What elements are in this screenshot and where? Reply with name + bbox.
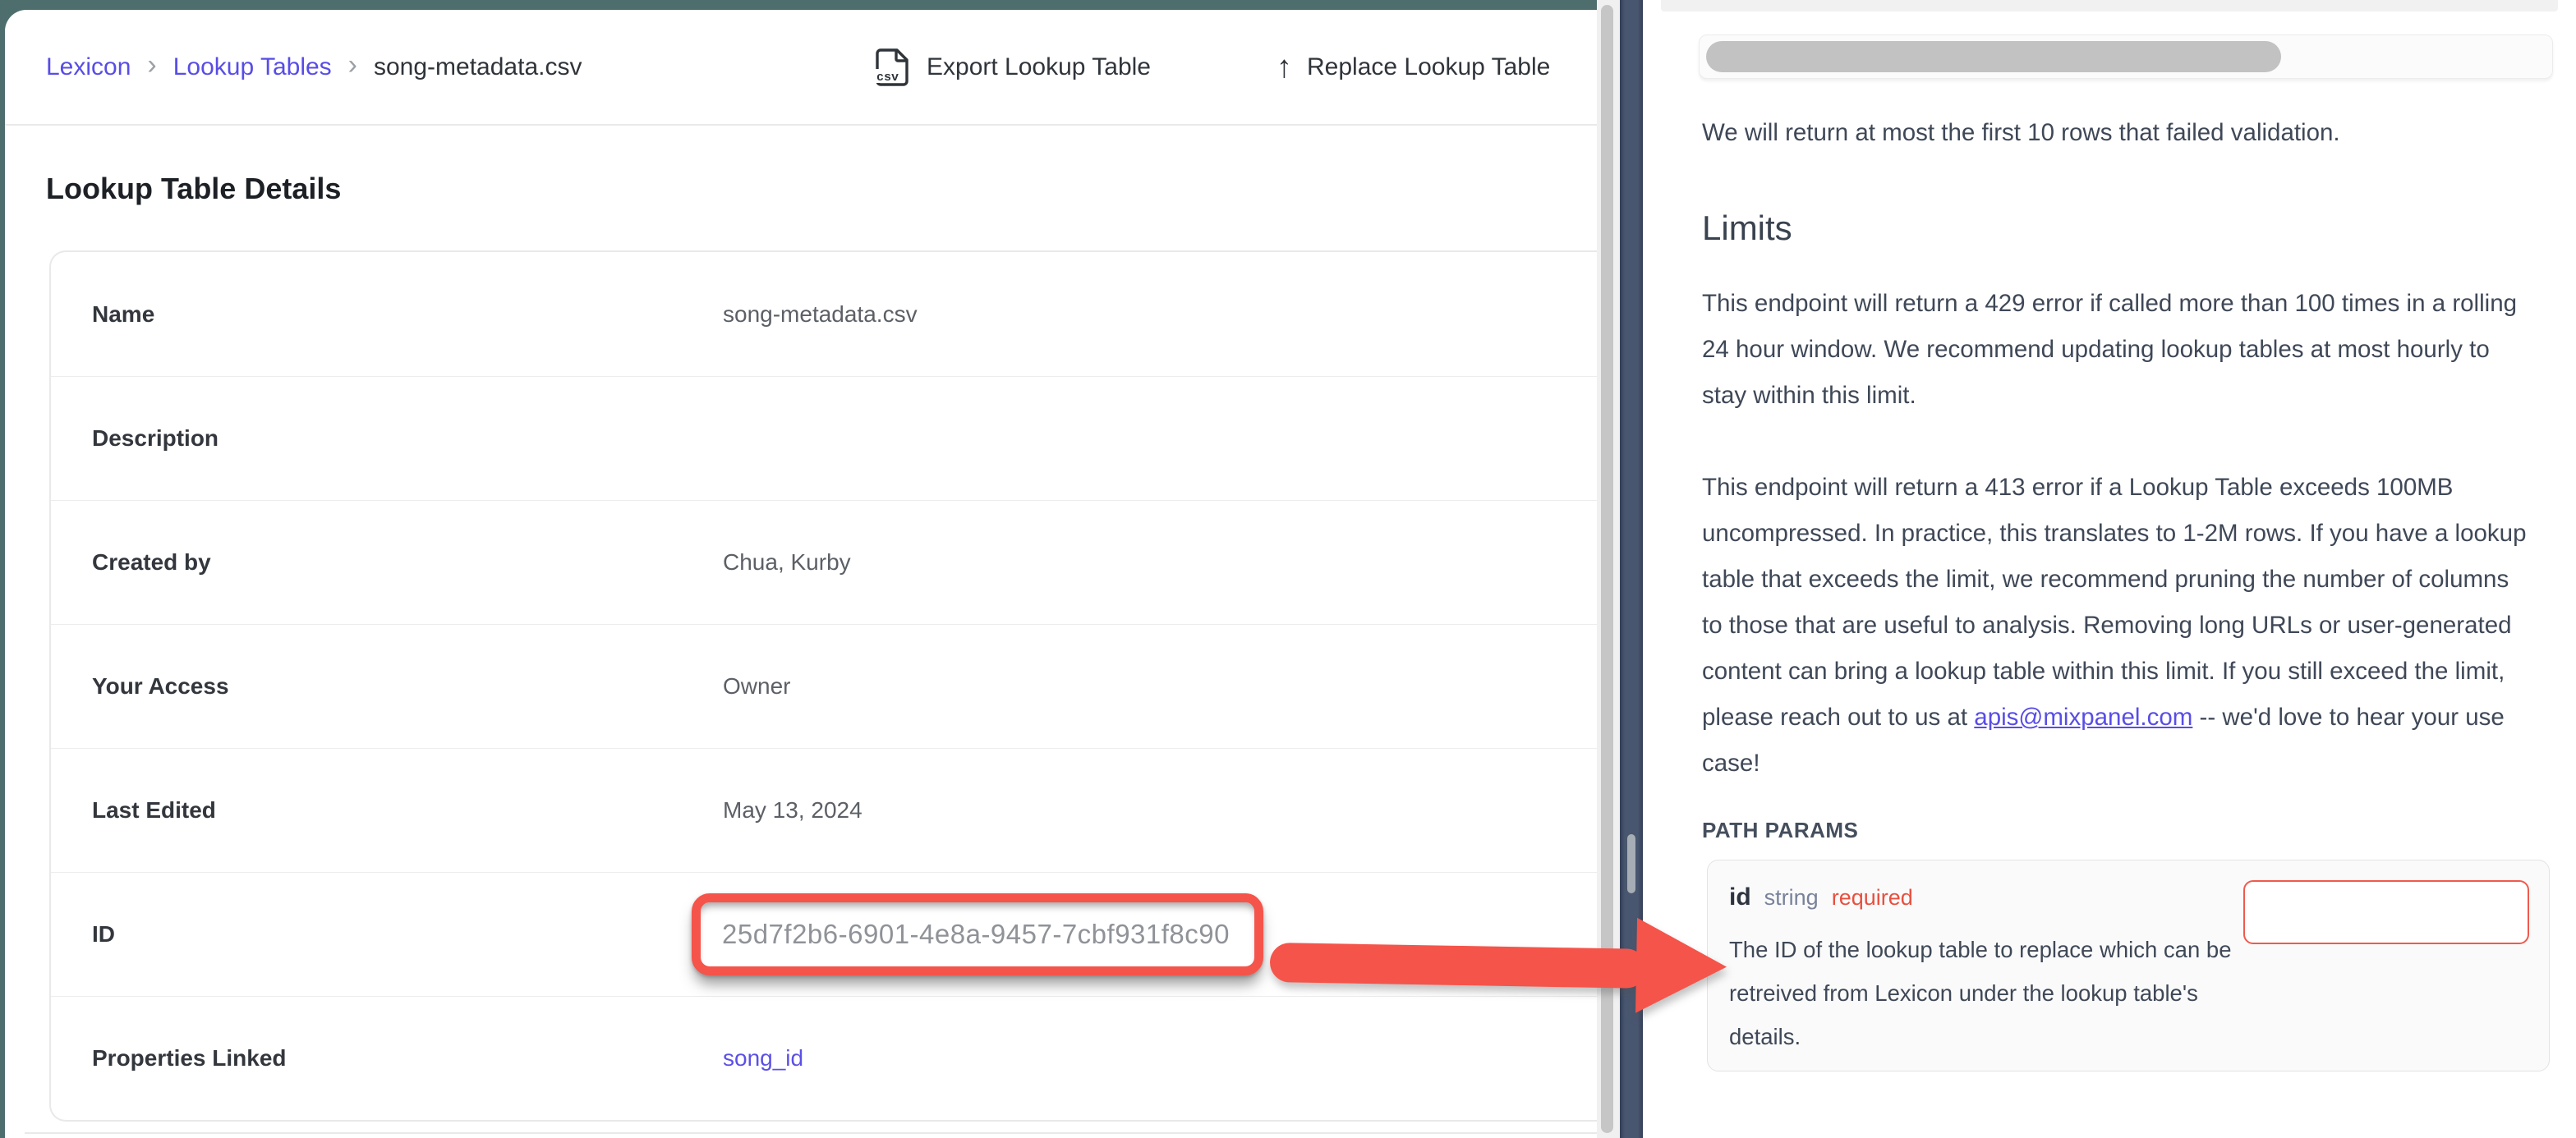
csv-file-icon: csv — [874, 47, 912, 88]
row-label: ID — [92, 921, 723, 948]
left-pane-scrollbar-track — [1597, 0, 1620, 1138]
breadcrumb-current-file: song-metadata.csv — [374, 53, 582, 81]
screenshot-stage: Lexicon › Lookup Tables › song-metadata.… — [0, 0, 2576, 1138]
detail-row-name: Name song-metadata.csv — [51, 252, 1597, 376]
row-label: Properties Linked — [92, 1045, 723, 1071]
detail-row-your-access: Your Access Owner — [51, 624, 1597, 748]
page-body: Lookup Table Details Name song-metadata.… — [5, 172, 1597, 1122]
detail-row-properties-linked: Properties Linked song_id — [51, 996, 1597, 1120]
limits-paragraph-429: This endpoint will return a 429 error if… — [1702, 281, 2532, 419]
docs-intro-text: We will return at most the first 10 rows… — [1702, 110, 2532, 156]
docs-content: We will return at most the first 10 rows… — [1702, 0, 2532, 1071]
upload-arrow-icon: ↑ — [1276, 52, 1292, 83]
breadcrumb-link-lookup-tables[interactable]: Lookup Tables — [173, 53, 332, 81]
param-name: id — [1729, 883, 1751, 911]
row-value: May 13, 2024 — [723, 797, 1597, 824]
limits-heading: Limits — [1702, 209, 2532, 248]
pane-divider-bar — [1620, 0, 1643, 1138]
left-pane-scrollbar-thumb[interactable] — [1601, 5, 1613, 1133]
path-params-heading: PATH PARAMS — [1702, 818, 2532, 843]
row-value: 25d7f2b6-6901-4e8a-9457-7cbf931f8c90 — [723, 893, 1597, 975]
mixpanel-app-pane: Lexicon › Lookup Tables › song-metadata.… — [0, 0, 1597, 1138]
export-lookup-table-button[interactable]: csv Export Lookup Table — [874, 10, 1151, 124]
property-link-song-id[interactable]: song_id — [723, 1045, 803, 1071]
docs-pane: We will return at most the first 10 rows… — [1643, 0, 2576, 1138]
next-section-divider — [25, 1132, 1597, 1134]
row-label: Created by — [92, 549, 723, 576]
chevron-right-icon: › — [348, 49, 357, 85]
detail-row-id: ID 25d7f2b6-6901-4e8a-9457-7cbf931f8c90 — [51, 872, 1597, 996]
lookup-table-details-card: Name song-metadata.csv Description Creat… — [49, 250, 1597, 1122]
row-value: Chua, Kurby — [723, 549, 1597, 576]
param-required-badge: required — [1832, 885, 1913, 911]
row-value: Owner — [723, 673, 1597, 700]
page-title: Lookup Table Details — [46, 172, 1597, 206]
row-value: song-metadata.csv — [723, 301, 1597, 328]
param-description: The ID of the lookup table to replace wh… — [1729, 928, 2255, 1058]
detail-row-created-by: Created by Chua, Kurby — [51, 500, 1597, 624]
chevron-right-icon: › — [147, 49, 156, 85]
id-param-input[interactable] — [2243, 880, 2529, 944]
row-label: Last Edited — [92, 797, 723, 824]
app-surface: Lexicon › Lookup Tables › song-metadata.… — [5, 10, 1597, 1138]
email-link[interactable]: apis@mixpanel.com — [1974, 704, 2192, 731]
param-type: string — [1764, 885, 1819, 911]
path-param-card: id string required The ID of the lookup … — [1707, 860, 2550, 1071]
export-button-label: Export Lookup Table — [927, 53, 1151, 81]
replace-button-label: Replace Lookup Table — [1307, 53, 1550, 81]
row-label: Description — [92, 425, 723, 452]
paragraph-413-pre: This endpoint will return a 413 error if… — [1702, 474, 2527, 731]
id-highlight-annotation-box: 25d7f2b6-6901-4e8a-9457-7cbf931f8c90 — [692, 893, 1263, 975]
row-label: Name — [92, 301, 723, 328]
limits-paragraph-413: This endpoint will return a 413 error if… — [1702, 465, 2532, 787]
breadcrumb-link-lexicon[interactable]: Lexicon — [46, 53, 131, 81]
detail-row-last-edited: Last Edited May 13, 2024 — [51, 748, 1597, 872]
svg-text:csv: csv — [876, 71, 899, 85]
divider-scroll-handle[interactable] — [1627, 834, 1635, 893]
breadcrumb: Lexicon › Lookup Tables › song-metadata.… — [46, 10, 582, 124]
page-header: Lexicon › Lookup Tables › song-metadata.… — [5, 10, 1597, 126]
row-label: Your Access — [92, 673, 723, 700]
detail-row-description: Description — [51, 376, 1597, 500]
row-value: song_id — [723, 1045, 1597, 1071]
replace-lookup-table-button[interactable]: ↑ Replace Lookup Table — [1276, 10, 1550, 124]
lookup-table-id-value: 25d7f2b6-6901-4e8a-9457-7cbf931f8c90 — [722, 919, 1230, 950]
